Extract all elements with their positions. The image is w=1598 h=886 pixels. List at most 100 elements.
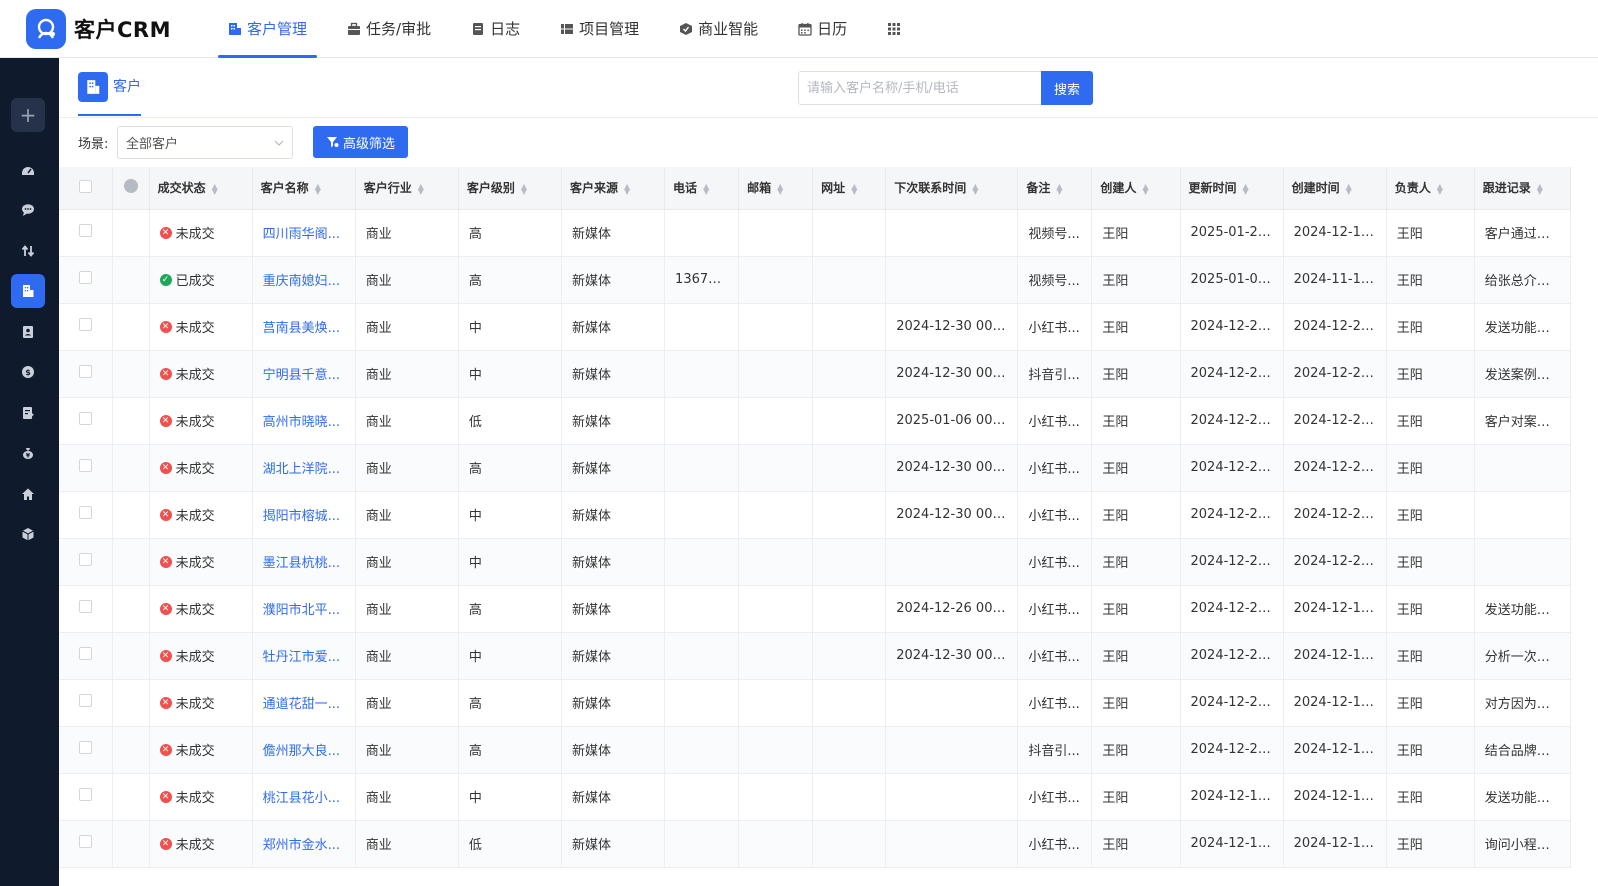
sidebar-item-contacts[interactable]: [11, 315, 45, 349]
cell-customer-name[interactable]: 儋州那大良...: [252, 726, 356, 774]
sidebar-item-contracts[interactable]: [11, 396, 45, 430]
row-select-cell[interactable]: [59, 538, 113, 586]
cell-customer-name[interactable]: 莒南县美焕...: [252, 303, 356, 351]
sidebar-item-home[interactable]: [11, 477, 45, 511]
row-checkbox[interactable]: [78, 365, 92, 378]
column-settings-cell[interactable]: [112, 167, 150, 210]
select-all-cell[interactable]: [59, 167, 113, 210]
row-checkbox[interactable]: [78, 459, 92, 472]
cell-customer-name[interactable]: 通道花甜一...: [252, 679, 356, 727]
cell-customer-name[interactable]: 桃江县花小...: [252, 773, 356, 821]
cell-customer-name[interactable]: 宁明县千意...: [252, 350, 356, 398]
table-row[interactable]: ✕ 未成交 宁明县千意... 商业中新媒体 2024-12-30 00:0... 抖音引.…: [59, 350, 1572, 398]
row-checkbox[interactable]: [78, 224, 92, 237]
sort-icon[interactable]: ▲ ▼: [418, 182, 424, 195]
row-select-cell[interactable]: [59, 209, 113, 257]
sort-icon[interactable]: ▲ ▼: [777, 182, 783, 195]
header-remark[interactable]: 备注 ▲ ▼: [1017, 167, 1093, 210]
search-input[interactable]: [798, 71, 1042, 105]
header-industry[interactable]: 客户行业 ▲ ▼: [355, 167, 459, 210]
topnav-project-management[interactable]: 项目管理: [540, 0, 659, 58]
advanced-filter-button[interactable]: 高级筛选: [313, 126, 408, 158]
app-logo[interactable]: 客户CRM: [26, 8, 208, 49]
table-row[interactable]: ✕ 未成交 高州市晓晓... 商业低新媒体 2025-01-06 00:0... 小红书.…: [59, 397, 1572, 445]
table-row[interactable]: ✕ 未成交 莒南县美焕... 商业中新媒体 2024-12-30 00:0... 小红书.…: [59, 303, 1572, 351]
row-select-cell[interactable]: [59, 773, 113, 821]
row-checkbox[interactable]: [78, 741, 92, 754]
header-url[interactable]: 网址 ▲ ▼: [812, 167, 887, 210]
sort-icon[interactable]: ▲ ▼: [315, 182, 321, 195]
header-created[interactable]: 创建时间 ▲ ▼: [1283, 167, 1387, 210]
sort-icon[interactable]: ▲ ▼: [972, 182, 978, 195]
table-row[interactable]: ✕ 未成交 牡丹江市爱... 商业中新媒体 2024-12-30 00:0... 小红书.…: [59, 632, 1572, 680]
table-row[interactable]: ✓ 已成交 重庆南媳妇... 商业高新媒体 13678... 视频号... 王阳 2025-0…: [59, 256, 1572, 304]
row-select-cell[interactable]: [59, 726, 113, 774]
topnav-tasks-approval[interactable]: 任务/审批: [327, 0, 451, 58]
header-creator[interactable]: 创建人 ▲ ▼: [1091, 167, 1181, 210]
row-select-cell[interactable]: [59, 397, 113, 445]
row-select-cell[interactable]: [59, 303, 113, 351]
select-all-checkbox[interactable]: [78, 179, 92, 193]
cell-customer-name[interactable]: 湖北上洋院...: [252, 444, 356, 492]
row-checkbox[interactable]: [78, 600, 92, 613]
table-row[interactable]: ✕ 未成交 儋州那大良... 商业高新媒体 抖音引... 王阳 2024-12-21 ...…: [59, 726, 1572, 774]
sort-icon[interactable]: ▲ ▼: [1056, 182, 1062, 195]
cell-customer-name[interactable]: 高州市晓晓...: [252, 397, 356, 445]
row-checkbox[interactable]: [78, 271, 92, 284]
row-select-cell[interactable]: [59, 632, 113, 680]
topnav-customer-management[interactable]: 客户管理: [208, 0, 327, 58]
settings-icon[interactable]: [123, 179, 138, 194]
sort-icon[interactable]: ▲ ▼: [851, 182, 857, 195]
topnav-apps-grid[interactable]: [867, 0, 926, 58]
sort-icon[interactable]: ▲ ▼: [521, 182, 527, 195]
topnav-log[interactable]: 日志: [451, 0, 540, 58]
sort-icon[interactable]: ▲ ▼: [703, 182, 709, 195]
sort-icon[interactable]: ▲ ▼: [624, 182, 630, 195]
cell-customer-name[interactable]: 重庆南媳妇...: [252, 256, 356, 304]
header-owner[interactable]: 负责人 ▲ ▼: [1386, 167, 1475, 210]
header-status[interactable]: 成交状态 ▲ ▼: [149, 167, 253, 210]
header-level[interactable]: 客户级别 ▲ ▼: [458, 167, 562, 210]
cell-customer-name[interactable]: 四川雨华阁...: [252, 209, 356, 257]
row-select-cell[interactable]: [59, 444, 113, 492]
add-button[interactable]: +: [11, 98, 45, 132]
row-checkbox[interactable]: [78, 835, 92, 848]
sidebar-item-products[interactable]: [11, 517, 45, 551]
header-followup[interactable]: 跟进记录 ▲ ▼: [1474, 167, 1572, 210]
row-checkbox[interactable]: [78, 318, 92, 331]
sidebar-item-finance[interactable]: $: [11, 355, 45, 389]
sidebar-item-payments[interactable]: ¥: [11, 436, 45, 470]
row-checkbox[interactable]: [78, 506, 92, 519]
cell-customer-name[interactable]: 揭阳市榕城...: [252, 491, 356, 539]
header-phone[interactable]: 电话 ▲ ▼: [664, 167, 740, 210]
sidebar-item-transfer[interactable]: [11, 234, 45, 268]
row-select-cell[interactable]: [59, 679, 113, 727]
cell-customer-name[interactable]: 濮阳市北平...: [252, 585, 356, 633]
sort-icon[interactable]: ▲ ▼: [1346, 182, 1352, 195]
row-checkbox[interactable]: [78, 694, 92, 707]
scene-select[interactable]: 全部客户: [117, 126, 293, 159]
table-row[interactable]: ✕ 未成交 通道花甜一... 商业高新媒体 小红书... 王阳 2024-12-21 ...…: [59, 679, 1572, 727]
header-email[interactable]: 邮箱 ▲ ▼: [738, 167, 814, 210]
row-checkbox[interactable]: [78, 647, 92, 660]
row-checkbox[interactable]: [78, 788, 92, 801]
row-select-cell[interactable]: [59, 585, 113, 633]
row-select-cell[interactable]: [59, 491, 113, 539]
sort-icon[interactable]: ▲ ▼: [1243, 182, 1249, 195]
sort-icon[interactable]: ▲ ▼: [212, 182, 218, 195]
header-source[interactable]: 客户来源 ▲ ▼: [561, 167, 666, 210]
row-select-cell[interactable]: [59, 350, 113, 398]
row-checkbox[interactable]: [78, 412, 92, 425]
table-row[interactable]: ✕ 未成交 桃江县花小... 商业中新媒体 小红书... 王阳 2024-12-18 ...…: [59, 773, 1572, 821]
table-row[interactable]: ✕ 未成交 湖北上洋院... 商业高新媒体 2024-12-30 00:0... 小红书.…: [59, 444, 1572, 492]
cell-customer-name[interactable]: 墨江县杭桃...: [252, 538, 356, 586]
row-checkbox[interactable]: [78, 553, 92, 566]
table-row[interactable]: ✕ 未成交 四川雨华阁... 商业高新媒体 视频号... 王阳 2025-01-23 ...…: [59, 209, 1572, 257]
sort-icon[interactable]: ▲ ▼: [1537, 182, 1543, 195]
table-row[interactable]: ✕ 未成交 濮阳市北平... 商业高新媒体 2024-12-26 00:0... 小红书.…: [59, 585, 1572, 633]
header-name[interactable]: 客户名称 ▲ ▼: [252, 167, 356, 210]
table-row[interactable]: ✕ 未成交 墨江县杭桃... 商业中新媒体 小红书... 王阳 2024-12-24 ...…: [59, 538, 1572, 586]
topnav-business-intelligence[interactable]: 商业智能: [659, 0, 778, 58]
cell-customer-name[interactable]: 郑州市金水...: [252, 820, 356, 868]
sidebar-item-dashboard[interactable]: [11, 153, 45, 187]
